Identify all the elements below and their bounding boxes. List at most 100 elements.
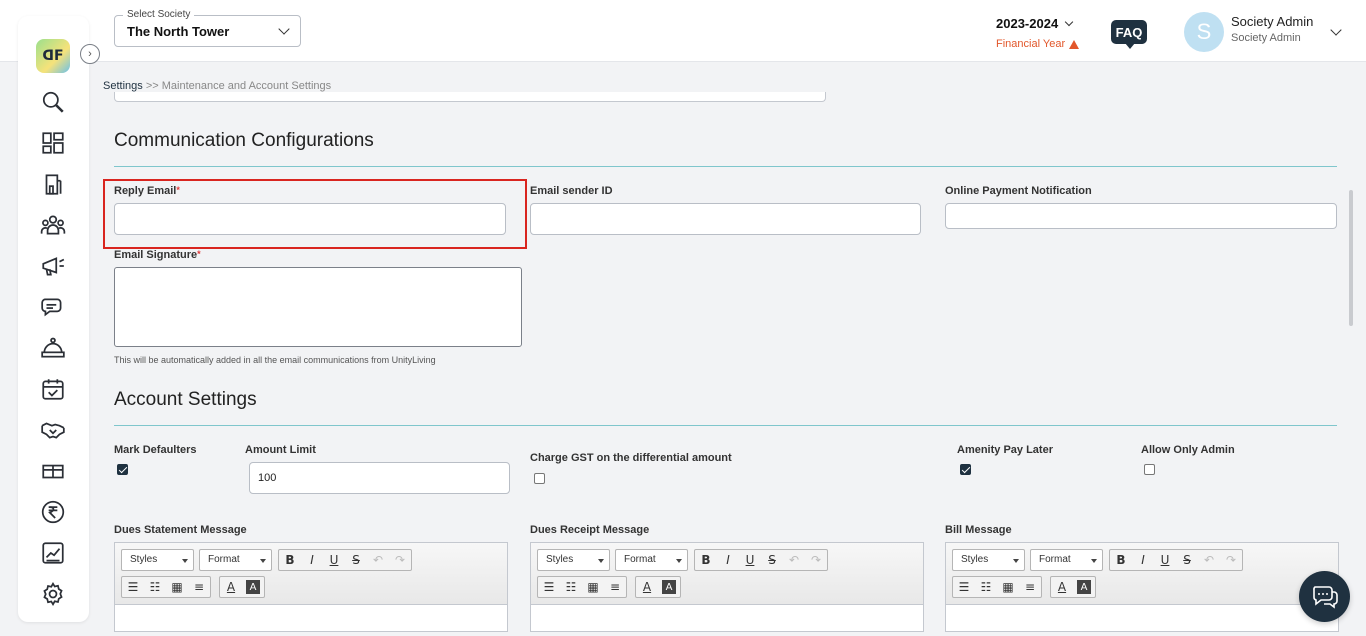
breadcrumb: Settings >> Maintenance and Account Sett…: [103, 80, 331, 92]
numbered-list-icon[interactable]: ☰: [538, 577, 560, 597]
horizontal-rule-icon[interactable]: ≡: [604, 577, 626, 597]
undo-icon[interactable]: ↶: [1198, 550, 1220, 570]
avatar[interactable]: S: [1184, 12, 1224, 52]
bill-message-label: Bill Message: [945, 524, 1012, 536]
gift-icon[interactable]: [39, 457, 67, 485]
settings-icon[interactable]: [39, 580, 67, 608]
background-color-icon[interactable]: A: [1077, 580, 1091, 594]
bulleted-list-icon[interactable]: ☷: [144, 577, 166, 597]
mark-defaulters-label: Mark Defaulters: [114, 444, 197, 456]
text-style-group: B I U S ↶ ↷: [694, 549, 828, 571]
search-icon[interactable]: [39, 88, 67, 116]
table-icon[interactable]: ▦: [166, 577, 188, 597]
payment-notification-label: Online Payment Notification: [945, 185, 1092, 197]
society-select-label: Select Society: [123, 9, 195, 20]
styles-dropdown[interactable]: Styles: [952, 549, 1025, 571]
horizontal-rule-icon[interactable]: ≡: [188, 577, 210, 597]
email-signature-textarea[interactable]: [114, 267, 522, 347]
italic-button[interactable]: I: [717, 550, 739, 570]
bulleted-list-icon[interactable]: ☷: [975, 577, 997, 597]
rupee-icon[interactable]: [39, 498, 67, 526]
text-color-icon[interactable]: A: [1051, 577, 1073, 597]
bold-button[interactable]: B: [1110, 550, 1132, 570]
charge-gst-checkbox[interactable]: [534, 473, 545, 484]
underline-button[interactable]: U: [1154, 550, 1176, 570]
helpdesk-bell-icon[interactable]: [39, 334, 67, 362]
styles-dropdown[interactable]: Styles: [537, 549, 610, 571]
amount-limit-input[interactable]: [249, 462, 510, 494]
chevron-down-icon: [278, 23, 290, 35]
undo-icon[interactable]: ↶: [783, 550, 805, 570]
bulleted-list-icon[interactable]: ☷: [560, 577, 582, 597]
breadcrumb-current: Maintenance and Account Settings: [161, 80, 332, 92]
dues-statement-editor[interactable]: Styles Format B I U S ↶ ↷ ☰ ☷ ▦ ≡ A A: [114, 542, 508, 632]
underline-button[interactable]: U: [323, 550, 345, 570]
text-color-icon[interactable]: A: [220, 577, 242, 597]
numbered-list-icon[interactable]: ☰: [122, 577, 144, 597]
strikethrough-button[interactable]: S: [761, 550, 783, 570]
dashboard-icon[interactable]: [39, 129, 67, 157]
chat-icon[interactable]: [39, 293, 67, 321]
redo-icon[interactable]: ↷: [389, 550, 411, 570]
chat-support-button[interactable]: [1299, 571, 1350, 622]
user-menu-chevron-icon[interactable]: [1330, 24, 1342, 36]
format-dropdown[interactable]: Format: [199, 549, 272, 571]
warning-icon: [1069, 39, 1080, 49]
section-divider: [114, 166, 1337, 167]
app-logo[interactable]: ᗡF: [36, 39, 70, 73]
dues-receipt-label: Dues Receipt Message: [530, 524, 650, 536]
communication-section-title: Communication Configurations: [114, 130, 374, 151]
editor-toolbar: Styles Format B I U S ↶ ↷ ☰ ☷ ▦ ≡ A A: [531, 543, 923, 605]
bold-button[interactable]: B: [279, 550, 301, 570]
table-icon[interactable]: ▦: [582, 577, 604, 597]
sidebar: ᗡF ›: [18, 16, 100, 622]
announcement-icon[interactable]: [39, 252, 67, 280]
reports-icon[interactable]: [39, 539, 67, 567]
society-select[interactable]: Select Society The North Tower: [114, 9, 301, 47]
horizontal-rule-icon[interactable]: ≡: [1019, 577, 1041, 597]
redo-icon[interactable]: ↷: [1220, 550, 1242, 570]
format-dropdown[interactable]: Format: [615, 549, 688, 571]
color-group: A A: [1050, 576, 1096, 598]
strikethrough-button[interactable]: S: [345, 550, 367, 570]
bill-message-editor[interactable]: Styles Format B I U S ↶ ↷ ☰ ☷ ▦ ≡ A A: [945, 542, 1339, 632]
building-icon[interactable]: [39, 170, 67, 198]
society-select-value: The North Tower: [127, 24, 230, 39]
italic-button[interactable]: I: [301, 550, 323, 570]
breadcrumb-settings-link[interactable]: Settings: [103, 80, 143, 92]
list-group: ☰ ☷ ▦ ≡: [952, 576, 1042, 598]
calendar-icon[interactable]: [39, 375, 67, 403]
previous-field-edge: [114, 92, 826, 102]
list-group: ☰ ☷ ▦ ≡: [121, 576, 211, 598]
members-icon[interactable]: [39, 211, 67, 239]
bold-button[interactable]: B: [695, 550, 717, 570]
allow-only-admin-checkbox[interactable]: [1144, 464, 1155, 475]
text-color-icon[interactable]: A: [636, 577, 658, 597]
italic-button[interactable]: I: [1132, 550, 1154, 570]
allow-only-admin-label: Allow Only Admin: [1141, 444, 1235, 456]
email-signature-helper: This will be automatically added in all …: [114, 355, 436, 365]
background-color-icon[interactable]: A: [246, 580, 260, 594]
format-dropdown[interactable]: Format: [1030, 549, 1103, 571]
user-role: Society Admin: [1231, 32, 1301, 44]
email-sender-id-input[interactable]: [530, 203, 921, 235]
handshake-icon[interactable]: [39, 416, 67, 444]
page-scrollbar[interactable]: [1349, 190, 1353, 326]
amenity-pay-later-checkbox[interactable]: [960, 464, 971, 475]
financial-year-selector[interactable]: 2023-2024 Financial Year: [996, 16, 1080, 50]
email-sender-id-label: Email sender ID: [530, 185, 613, 197]
faq-button[interactable]: FAQ: [1111, 20, 1147, 49]
strikethrough-button[interactable]: S: [1176, 550, 1198, 570]
dues-receipt-editor[interactable]: Styles Format B I U S ↶ ↷ ☰ ☷ ▦ ≡ A A: [530, 542, 924, 632]
underline-button[interactable]: U: [739, 550, 761, 570]
redo-icon[interactable]: ↷: [805, 550, 827, 570]
numbered-list-icon[interactable]: ☰: [953, 577, 975, 597]
payment-notification-input[interactable]: [945, 203, 1337, 229]
undo-icon[interactable]: ↶: [367, 550, 389, 570]
background-color-icon[interactable]: A: [662, 580, 676, 594]
table-icon[interactable]: ▦: [997, 577, 1019, 597]
text-style-group: B I U S ↶ ↷: [278, 549, 412, 571]
styles-dropdown[interactable]: Styles: [121, 549, 194, 571]
sidebar-toggle-button[interactable]: ›: [80, 44, 100, 64]
mark-defaulters-checkbox[interactable]: [117, 464, 128, 475]
